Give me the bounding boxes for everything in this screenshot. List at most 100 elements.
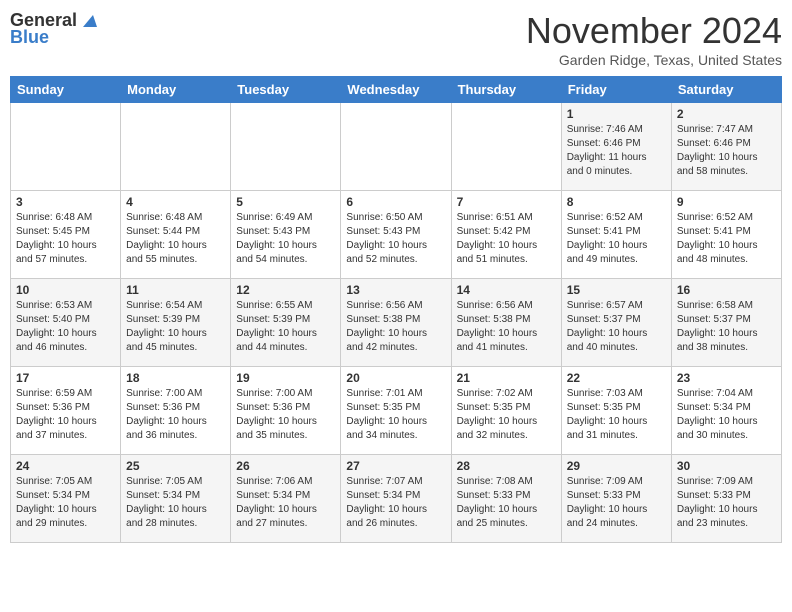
calendar-cell: 26 Sunrise: 7:06 AM Sunset: 5:34 PM Dayli… [231,455,341,543]
calendar-cell: 2 Sunrise: 7:47 AM Sunset: 6:46 PM Daylig… [671,103,781,191]
day-info: Sunrise: 6:59 AM Sunset: 5:36 PM Dayligh… [16,387,115,443]
calendar-week-row: 1 Sunrise: 7:46 AM Sunset: 6:46 PM Daylig… [11,103,782,191]
day-info: Sunrise: 7:05 AM Sunset: 5:34 PM Dayligh… [16,475,115,531]
calendar-cell [11,103,121,191]
day-number: 7 [457,195,556,209]
calendar-cell: 13 Sunrise: 6:56 AM Sunset: 5:38 PM Dayli… [341,279,451,367]
calendar-cell: 16 Sunrise: 6:58 AM Sunset: 5:37 PM Dayli… [671,279,781,367]
calendar-body: 1 Sunrise: 7:46 AM Sunset: 6:46 PM Daylig… [11,103,782,543]
calendar-cell [341,103,451,191]
day-number: 17 [16,371,115,385]
day-number: 8 [567,195,666,209]
day-number: 15 [567,283,666,297]
day-info: Sunrise: 6:57 AM Sunset: 5:37 PM Dayligh… [567,299,666,355]
calendar-week-row: 3Sunrise: 6:48 AM Sunset: 5:45 PM Daylig… [11,191,782,279]
day-info: Sunrise: 7:47 AM Sunset: 6:46 PM Dayligh… [677,123,776,179]
day-info: Sunrise: 7:04 AM Sunset: 5:34 PM Dayligh… [677,387,776,443]
day-number: 3 [16,195,115,209]
logo: General Blue [10,10,97,48]
day-info: Sunrise: 7:05 AM Sunset: 5:34 PM Dayligh… [126,475,225,531]
day-info: Sunrise: 7:08 AM Sunset: 5:33 PM Dayligh… [457,475,556,531]
day-number: 23 [677,371,776,385]
day-number: 13 [346,283,445,297]
day-info: Sunrise: 6:50 AM Sunset: 5:43 PM Dayligh… [346,211,445,267]
header-day-sunday: Sunday [11,77,121,103]
calendar-table: SundayMondayTuesdayWednesdayThursdayFrid… [10,76,782,543]
calendar-header-row: SundayMondayTuesdayWednesdayThursdayFrid… [11,77,782,103]
day-info: Sunrise: 6:56 AM Sunset: 5:38 PM Dayligh… [346,299,445,355]
day-info: Sunrise: 6:58 AM Sunset: 5:37 PM Dayligh… [677,299,776,355]
day-info: Sunrise: 7:09 AM Sunset: 5:33 PM Dayligh… [677,475,776,531]
calendar-cell: 6 Sunrise: 6:50 AM Sunset: 5:43 PM Daylig… [341,191,451,279]
calendar-cell [121,103,231,191]
day-info: Sunrise: 7:01 AM Sunset: 5:35 PM Dayligh… [346,387,445,443]
calendar-week-row: 24Sunrise: 7:05 AM Sunset: 5:34 PM Dayli… [11,455,782,543]
day-info: Sunrise: 6:52 AM Sunset: 5:41 PM Dayligh… [677,211,776,267]
day-info: Sunrise: 6:55 AM Sunset: 5:39 PM Dayligh… [236,299,335,355]
page-header: General Blue November 2024 Garden Ridge,… [10,10,782,68]
header-day-wednesday: Wednesday [341,77,451,103]
logo-blue-text: Blue [10,27,49,48]
day-info: Sunrise: 6:56 AM Sunset: 5:38 PM Dayligh… [457,299,556,355]
calendar-cell: 25 Sunrise: 7:05 AM Sunset: 5:34 PM Dayli… [121,455,231,543]
header-day-thursday: Thursday [451,77,561,103]
day-number: 16 [677,283,776,297]
calendar-cell: 7 Sunrise: 6:51 AM Sunset: 5:42 PM Daylig… [451,191,561,279]
day-number: 22 [567,371,666,385]
day-info: Sunrise: 6:51 AM Sunset: 5:42 PM Dayligh… [457,211,556,267]
logo-icon [79,11,97,29]
day-info: Sunrise: 6:52 AM Sunset: 5:41 PM Dayligh… [567,211,666,267]
day-info: Sunrise: 6:49 AM Sunset: 5:43 PM Dayligh… [236,211,335,267]
calendar-cell: 3Sunrise: 6:48 AM Sunset: 5:45 PM Daylig… [11,191,121,279]
calendar-cell: 1 Sunrise: 7:46 AM Sunset: 6:46 PM Daylig… [561,103,671,191]
day-number: 14 [457,283,556,297]
day-info: Sunrise: 6:48 AM Sunset: 5:44 PM Dayligh… [126,211,225,267]
day-number: 5 [236,195,335,209]
day-info: Sunrise: 7:46 AM Sunset: 6:46 PM Dayligh… [567,123,666,179]
calendar-cell: 29Sunrise: 7:09 AM Sunset: 5:33 PM Dayli… [561,455,671,543]
calendar-cell: 15 Sunrise: 6:57 AM Sunset: 5:37 PM Dayli… [561,279,671,367]
calendar-cell: 19Sunrise: 7:00 AM Sunset: 5:36 PM Dayli… [231,367,341,455]
calendar-cell: 22 Sunrise: 7:03 AM Sunset: 5:35 PM Dayli… [561,367,671,455]
day-number: 6 [346,195,445,209]
day-info: Sunrise: 7:03 AM Sunset: 5:35 PM Dayligh… [567,387,666,443]
calendar-cell: 18 Sunrise: 7:00 AM Sunset: 5:36 PM Dayli… [121,367,231,455]
calendar-cell: 21Sunrise: 7:02 AM Sunset: 5:35 PM Dayli… [451,367,561,455]
calendar-cell: 14 Sunrise: 6:56 AM Sunset: 5:38 PM Dayli… [451,279,561,367]
day-number: 26 [236,459,335,473]
calendar-cell: 12Sunrise: 6:55 AM Sunset: 5:39 PM Dayli… [231,279,341,367]
calendar-cell: 20 Sunrise: 7:01 AM Sunset: 5:35 PM Dayli… [341,367,451,455]
day-number: 21 [457,371,556,385]
day-number: 4 [126,195,225,209]
day-number: 10 [16,283,115,297]
day-info: Sunrise: 6:54 AM Sunset: 5:39 PM Dayligh… [126,299,225,355]
calendar-cell: 8 Sunrise: 6:52 AM Sunset: 5:41 PM Daylig… [561,191,671,279]
calendar-cell: 10Sunrise: 6:53 AM Sunset: 5:40 PM Dayli… [11,279,121,367]
day-number: 11 [126,283,225,297]
calendar-cell: 4 Sunrise: 6:48 AM Sunset: 5:44 PM Daylig… [121,191,231,279]
calendar-cell [231,103,341,191]
calendar-cell: 11 Sunrise: 6:54 AM Sunset: 5:39 PM Dayli… [121,279,231,367]
calendar-cell: 24Sunrise: 7:05 AM Sunset: 5:34 PM Dayli… [11,455,121,543]
calendar-cell [451,103,561,191]
calendar-cell: 5 Sunrise: 6:49 AM Sunset: 5:43 PM Daylig… [231,191,341,279]
day-number: 2 [677,107,776,121]
header-day-saturday: Saturday [671,77,781,103]
calendar-cell: 9Sunrise: 6:52 AM Sunset: 5:41 PM Daylig… [671,191,781,279]
day-number: 18 [126,371,225,385]
day-number: 1 [567,107,666,121]
calendar-week-row: 10Sunrise: 6:53 AM Sunset: 5:40 PM Dayli… [11,279,782,367]
day-info: Sunrise: 7:06 AM Sunset: 5:34 PM Dayligh… [236,475,335,531]
header-day-monday: Monday [121,77,231,103]
day-number: 25 [126,459,225,473]
calendar-cell: 17 Sunrise: 6:59 AM Sunset: 5:36 PM Dayli… [11,367,121,455]
calendar-week-row: 17 Sunrise: 6:59 AM Sunset: 5:36 PM Dayli… [11,367,782,455]
day-number: 29 [567,459,666,473]
header-day-tuesday: Tuesday [231,77,341,103]
calendar-cell: 27Sunrise: 7:07 AM Sunset: 5:34 PM Dayli… [341,455,451,543]
day-number: 30 [677,459,776,473]
day-number: 20 [346,371,445,385]
calendar-cell: 30 Sunrise: 7:09 AM Sunset: 5:33 PM Dayli… [671,455,781,543]
day-info: Sunrise: 7:00 AM Sunset: 5:36 PM Dayligh… [126,387,225,443]
day-info: Sunrise: 7:00 AM Sunset: 5:36 PM Dayligh… [236,387,335,443]
